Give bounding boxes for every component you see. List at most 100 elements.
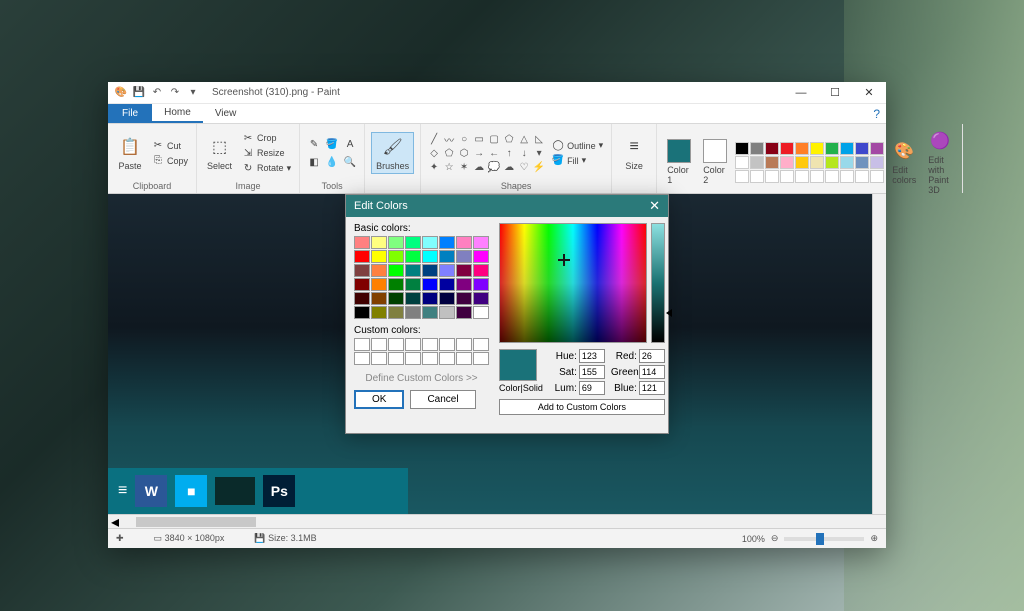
palette-color-empty[interactable] [870, 170, 884, 183]
star4-shape-icon[interactable]: ✦ [427, 161, 441, 174]
curve-shape-icon[interactable]: 〰 [442, 133, 456, 146]
left-arrow-shape-icon[interactable]: ← [487, 147, 501, 160]
callout-oval-shape-icon[interactable]: 💭 [487, 161, 501, 174]
palette-color-empty[interactable] [825, 170, 839, 183]
basic-color-cell[interactable] [439, 306, 455, 319]
undo-icon[interactable]: ↶ [150, 86, 164, 100]
scroll-thumb[interactable] [136, 517, 256, 527]
palette-color[interactable] [735, 142, 749, 155]
shapes-gallery[interactable]: ╱〰○▭▢⬠△◺ ◇⬠⬡→←↑↓▾ ✦☆✶☁💭☁♡⚡ [427, 133, 546, 174]
basic-color-cell[interactable] [422, 264, 438, 277]
palette-color-empty[interactable] [765, 170, 779, 183]
custom-color-cell[interactable] [371, 338, 387, 351]
palette-color-empty[interactable] [810, 170, 824, 183]
palette-color[interactable] [765, 156, 779, 169]
star6-shape-icon[interactable]: ✶ [457, 161, 471, 174]
text-icon[interactable]: A [342, 136, 358, 152]
basic-color-cell[interactable] [456, 278, 472, 291]
lightning-shape-icon[interactable]: ⚡ [532, 161, 546, 174]
basic-color-cell[interactable] [422, 306, 438, 319]
callout-rounded-shape-icon[interactable]: ☁ [472, 161, 486, 174]
palette-color-empty[interactable] [780, 170, 794, 183]
custom-color-cell[interactable] [439, 338, 455, 351]
copy-button[interactable]: ⎘Copy [150, 154, 190, 168]
rotate-button[interactable]: ↻Rotate ▾ [240, 161, 293, 175]
basic-color-cell[interactable] [422, 278, 438, 291]
size-button[interactable]: ≡ Size [618, 133, 650, 173]
custom-color-cell[interactable] [405, 352, 421, 365]
custom-color-cell[interactable] [456, 338, 472, 351]
basic-color-cell[interactable] [473, 250, 489, 263]
cut-button[interactable]: ✂Cut [150, 139, 190, 153]
basic-color-cell[interactable] [354, 236, 370, 249]
basic-color-cell[interactable] [456, 264, 472, 277]
palette-color[interactable] [870, 156, 884, 169]
horizontal-scrollbar[interactable]: ◂ [108, 514, 886, 528]
up-arrow-shape-icon[interactable]: ↑ [502, 147, 516, 160]
basic-color-cell[interactable] [456, 236, 472, 249]
pencil-icon[interactable]: ✎ [306, 136, 322, 152]
outline-button[interactable]: ◯Outline ▾ [550, 139, 605, 153]
resize-button[interactable]: ⇲Resize [240, 146, 293, 160]
color2-button[interactable]: Color 2 [699, 137, 731, 187]
basic-color-cell[interactable] [439, 278, 455, 291]
basic-color-cell[interactable] [371, 236, 387, 249]
basic-color-cell[interactable] [354, 278, 370, 291]
custom-color-cell[interactable] [456, 352, 472, 365]
basic-color-cell[interactable] [456, 250, 472, 263]
palette-color[interactable] [795, 156, 809, 169]
file-tab[interactable]: File [108, 104, 152, 123]
custom-color-cell[interactable] [439, 352, 455, 365]
pentagon-shape-icon[interactable]: ⬠ [442, 147, 456, 160]
custom-color-cell[interactable] [473, 338, 489, 351]
picker-icon[interactable]: 💧 [324, 154, 340, 170]
hexagon-shape-icon[interactable]: ⬡ [457, 147, 471, 160]
custom-color-cell[interactable] [405, 338, 421, 351]
palette-color-empty[interactable] [795, 170, 809, 183]
basic-color-cell[interactable] [473, 292, 489, 305]
basic-color-cell[interactable] [354, 250, 370, 263]
basic-color-cell[interactable] [371, 264, 387, 277]
basic-color-cell[interactable] [388, 236, 404, 249]
custom-color-cell[interactable] [422, 338, 438, 351]
palette-color[interactable] [795, 142, 809, 155]
eraser-icon[interactable]: ◧ [306, 154, 322, 170]
palette-color-empty[interactable] [840, 170, 854, 183]
basic-color-cell[interactable] [371, 278, 387, 291]
paint3d-button[interactable]: 🟣 Edit with Paint 3D [924, 127, 956, 197]
dialog-close-button[interactable]: ✕ [649, 198, 660, 214]
save-icon[interactable]: 💾 [132, 86, 146, 100]
crop-button[interactable]: ✂Crop [240, 131, 293, 145]
basic-color-cell[interactable] [371, 250, 387, 263]
redo-icon[interactable]: ↷ [168, 86, 182, 100]
palette-color-empty[interactable] [735, 170, 749, 183]
basic-color-cell[interactable] [473, 264, 489, 277]
close-button[interactable]: ✕ [852, 82, 886, 104]
basic-color-cell[interactable] [354, 306, 370, 319]
basic-color-cell[interactable] [473, 278, 489, 291]
line-shape-icon[interactable]: ╱ [427, 133, 441, 146]
down-arrow-shape-icon[interactable]: ↓ [517, 147, 531, 160]
polygon-shape-icon[interactable]: ⬠ [502, 133, 516, 146]
zoom-icon[interactable]: 🔍 [342, 154, 358, 170]
rect-shape-icon[interactable]: ▭ [472, 133, 486, 146]
basic-color-cell[interactable] [388, 292, 404, 305]
red-input[interactable] [639, 349, 665, 363]
shapes-more-icon[interactable]: ▾ [532, 147, 546, 160]
green-input[interactable] [639, 365, 665, 379]
palette-color[interactable] [825, 156, 839, 169]
right-arrow-shape-icon[interactable]: → [472, 147, 486, 160]
custom-color-cell[interactable] [371, 352, 387, 365]
view-tab[interactable]: View [203, 104, 249, 123]
basic-color-cell[interactable] [388, 306, 404, 319]
basic-color-cell[interactable] [405, 264, 421, 277]
heart-shape-icon[interactable]: ♡ [517, 161, 531, 174]
oval-shape-icon[interactable]: ○ [457, 133, 471, 146]
diamond-shape-icon[interactable]: ◇ [427, 147, 441, 160]
minimize-button[interactable]: — [784, 82, 818, 104]
color1-button[interactable]: Color 1 [663, 137, 695, 187]
dialog-titlebar[interactable]: Edit Colors ✕ [346, 195, 668, 217]
home-tab[interactable]: Home [152, 104, 203, 123]
basic-color-cell[interactable] [422, 236, 438, 249]
lum-input[interactable] [579, 381, 605, 395]
